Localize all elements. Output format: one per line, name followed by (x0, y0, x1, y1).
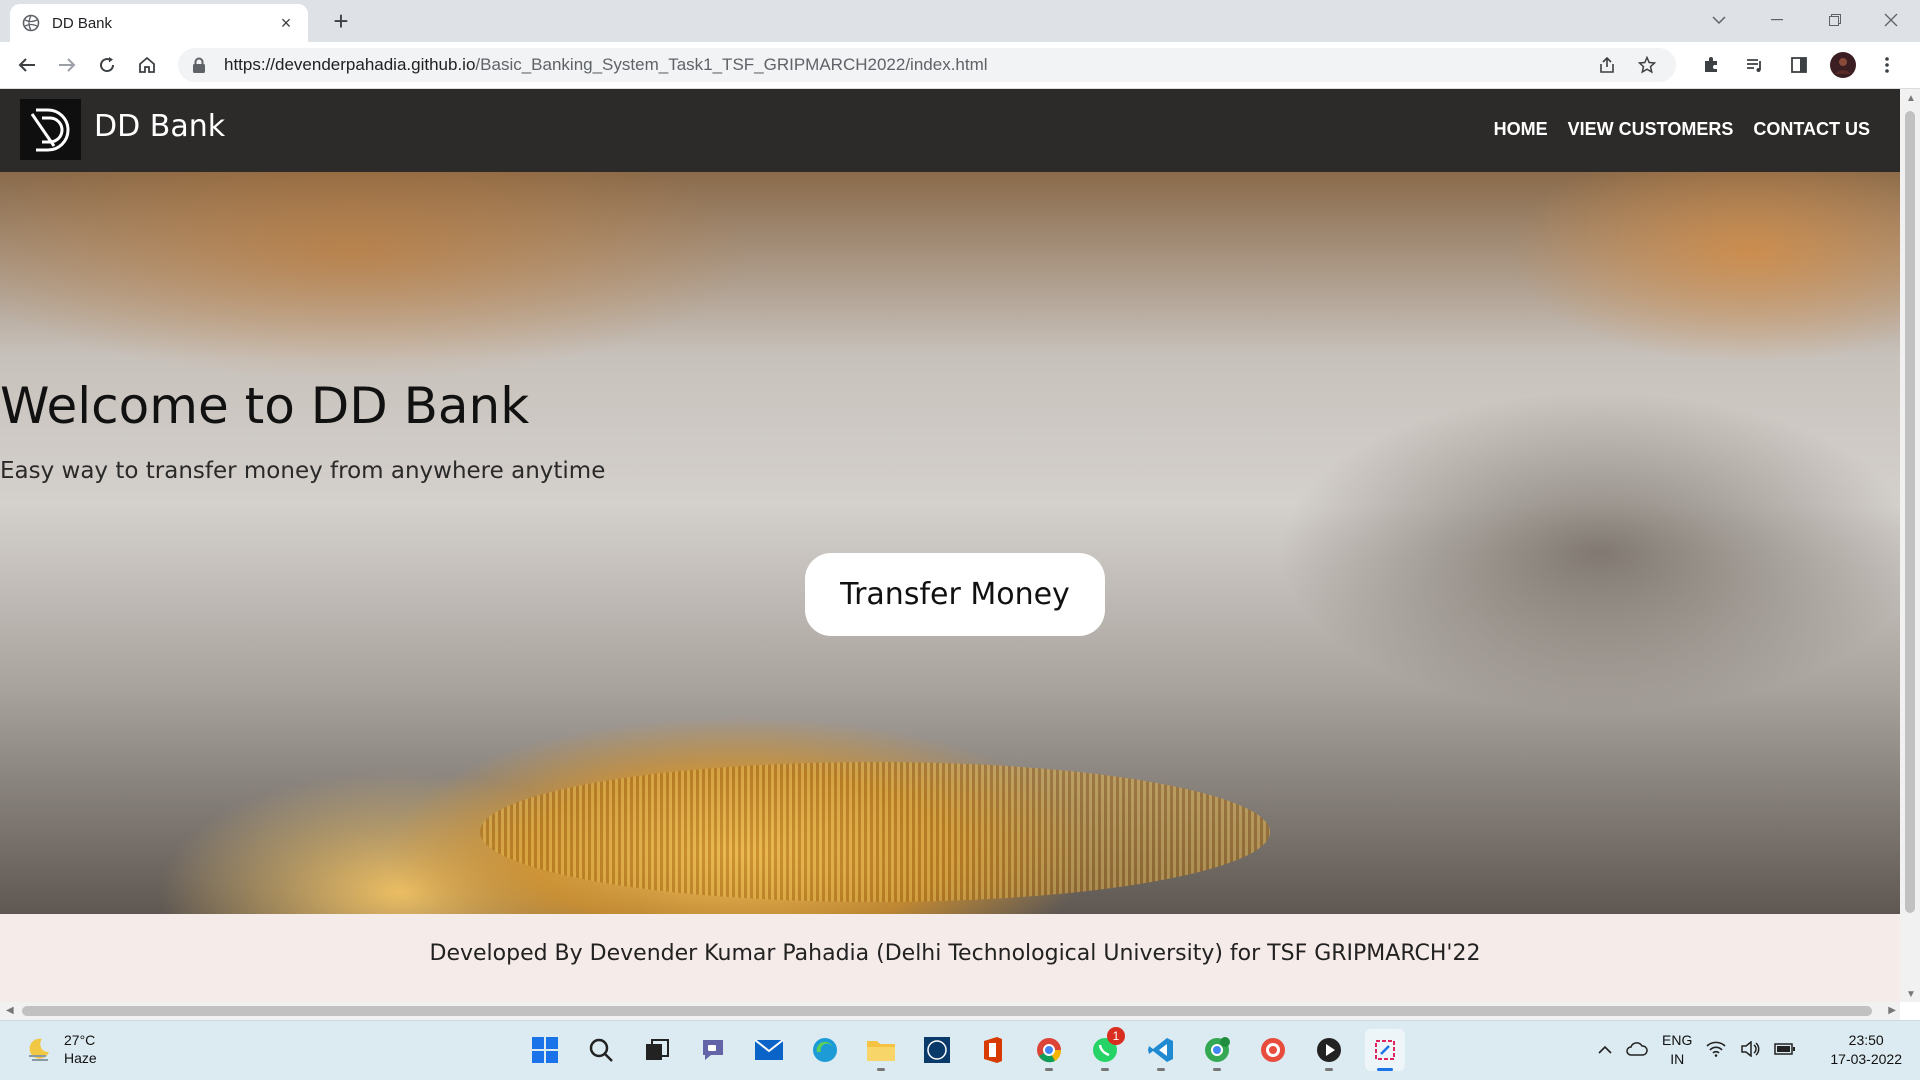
restore-icon[interactable] (1806, 0, 1864, 40)
chevron-up-icon[interactable] (1598, 1042, 1612, 1058)
mail-icon[interactable] (749, 1029, 789, 1071)
weather-temp: 27°C (64, 1032, 96, 1048)
vscode-icon[interactable] (1141, 1029, 1181, 1071)
hero-subtitle: Easy way to transfer money from anywhere… (0, 458, 606, 484)
address-bar[interactable]: https://devenderpahadia.github.io/Basic_… (178, 48, 1676, 82)
running-indicator (877, 1068, 885, 1071)
site-brand[interactable]: DD Bank (94, 109, 225, 144)
tab-title: DD Bank (52, 14, 113, 32)
weather-widget[interactable]: 27°C Haze (26, 1031, 97, 1067)
start-icon[interactable] (525, 1029, 565, 1071)
running-indicator (1101, 1068, 1109, 1071)
site-nav-links: HOME VIEW CUSTOMERS CONTACT US (1494, 119, 1870, 140)
browser-tab[interactable]: DD Bank × (10, 4, 308, 42)
vertical-scroll-thumb[interactable] (1905, 111, 1915, 913)
lang-bottom: IN (1670, 1051, 1685, 1067)
chrome-icon[interactable] (1029, 1029, 1069, 1071)
dell-icon[interactable] (917, 1029, 957, 1071)
scroll-up-icon[interactable]: ▲ (1906, 93, 1916, 104)
url-text: https://devenderpahadia.github.io/Basic_… (224, 55, 988, 75)
share-icon[interactable] (1592, 50, 1622, 80)
url-path: /Basic_Banking_System_Task1_TSF_GRIPMARC… (475, 55, 988, 74)
forward-icon[interactable] (52, 50, 82, 80)
lang-top: ENG (1662, 1032, 1693, 1048)
moon-haze-icon (29, 1038, 49, 1061)
clock[interactable]: 23:50 17-03-2022 (1830, 1031, 1902, 1069)
system-tray: ENG IN 23:50 17-03-2022 (1598, 1031, 1902, 1069)
volume-icon[interactable] (1740, 1039, 1760, 1060)
edge-browser-icon[interactable] (805, 1029, 845, 1071)
hero-banner: Welcome to DD Bank Easy way to transfer … (0, 172, 1900, 914)
bookmark-star-icon[interactable] (1632, 50, 1662, 80)
battery-charging-icon[interactable] (1774, 1042, 1796, 1059)
nav-link-contact-us[interactable]: CONTACT US (1753, 119, 1870, 140)
toolbar-actions (1696, 50, 1902, 80)
language-indicator[interactable]: ENG IN (1662, 1031, 1692, 1069)
notification-badge: 1 (1107, 1027, 1125, 1045)
new-tab-button[interactable]: + (326, 6, 356, 36)
running-indicator (1213, 1068, 1221, 1071)
teams-chat-icon[interactable] (693, 1029, 733, 1071)
profile-avatar-icon[interactable] (1828, 50, 1858, 80)
browser-toolbar: https://devenderpahadia.github.io/Basic_… (0, 42, 1920, 89)
whatsapp-icon[interactable]: 1 (1085, 1027, 1125, 1071)
media-player-icon[interactable] (1309, 1029, 1349, 1071)
tab-search-icon[interactable] (1690, 0, 1748, 40)
side-panel-icon[interactable] (1784, 50, 1814, 80)
running-indicator (1325, 1068, 1333, 1071)
clock-date: 17-03-2022 (1830, 1051, 1902, 1067)
transfer-money-button[interactable]: Transfer Money (805, 553, 1105, 636)
reload-icon[interactable] (92, 50, 122, 80)
back-icon[interactable] (12, 50, 42, 80)
nav-link-home[interactable]: HOME (1494, 119, 1548, 140)
gold-coin-image (480, 762, 1270, 902)
scroll-left-icon[interactable]: ◀ (6, 1005, 14, 1016)
snipping-tool-icon[interactable] (1365, 1029, 1405, 1071)
screen-recorder-icon[interactable] (1253, 1029, 1293, 1071)
menu-kebab-icon[interactable] (1872, 50, 1902, 80)
close-tab-icon[interactable]: × (276, 13, 296, 34)
scroll-right-icon[interactable]: ▶ (1888, 1005, 1896, 1016)
active-indicator (1377, 1068, 1393, 1071)
nav-link-view-customers[interactable]: VIEW CUSTOMERS (1568, 119, 1734, 140)
home-icon[interactable] (132, 50, 162, 80)
dd-logo-icon[interactable] (20, 99, 81, 160)
vertical-scrollbar[interactable]: ▲ ▼ (1900, 89, 1920, 1002)
footer-credit: Developed By Devender Kumar Pahadia (Del… (429, 941, 1481, 966)
running-indicator (1045, 1068, 1053, 1071)
scroll-down-icon[interactable]: ▼ (1906, 989, 1916, 1000)
office-icon[interactable] (973, 1029, 1013, 1071)
lock-icon (193, 57, 205, 73)
minimize-icon[interactable] (1748, 0, 1806, 40)
close-window-icon[interactable] (1862, 0, 1920, 40)
hero-title: Welcome to DD Bank (0, 377, 530, 435)
globe-icon (22, 14, 40, 32)
onedrive-cloud-icon[interactable] (1626, 1041, 1648, 1059)
horizontal-scrollbar[interactable]: ◀ ▶ (0, 1002, 1900, 1020)
url-host: https://devenderpahadia.github.io (224, 55, 476, 74)
page-viewport: DD Bank HOME VIEW CUSTOMERS CONTACT US W… (0, 89, 1900, 1002)
running-indicator (1157, 1068, 1165, 1071)
task-view-icon[interactable] (637, 1029, 677, 1071)
chrome-profile-icon[interactable] (1197, 1029, 1237, 1071)
horizontal-scroll-thumb[interactable] (22, 1006, 1872, 1016)
file-explorer-icon[interactable] (861, 1029, 901, 1071)
search-icon[interactable] (581, 1029, 621, 1071)
site-footer: Developed By Devender Kumar Pahadia (Del… (0, 914, 1900, 1002)
taskbar-apps: 1 (525, 1027, 1405, 1071)
clock-time: 23:50 (1848, 1032, 1884, 1048)
media-queue-icon[interactable] (1740, 50, 1770, 80)
windows-taskbar: 27°C Haze 1 ENG IN 23:50 17-03-2022 (0, 1020, 1920, 1080)
browser-tab-strip: DD Bank × + (0, 0, 1920, 42)
site-navbar: DD Bank HOME VIEW CUSTOMERS CONTACT US (0, 89, 1900, 172)
extensions-icon[interactable] (1696, 50, 1726, 80)
weather-desc: Haze (64, 1050, 97, 1066)
wifi-icon[interactable] (1706, 1041, 1726, 1060)
